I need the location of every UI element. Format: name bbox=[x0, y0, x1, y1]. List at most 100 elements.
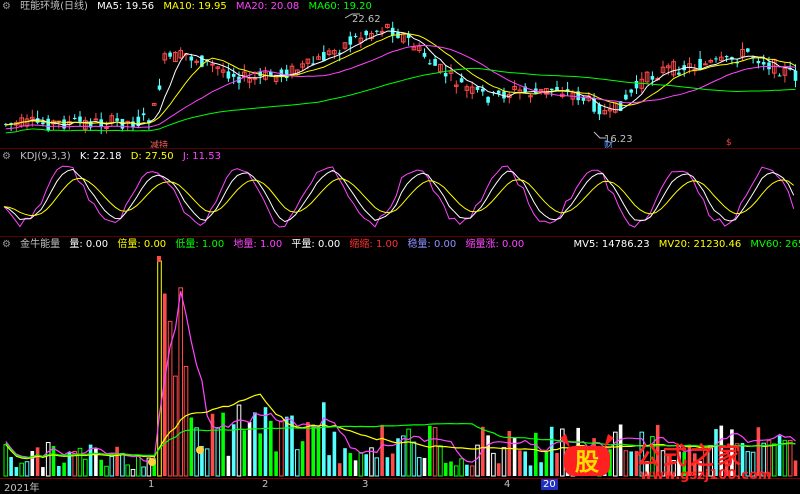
gear-icon[interactable]: ⚙ bbox=[2, 1, 11, 12]
volume-bar bbox=[45, 442, 51, 477]
volume-bar bbox=[300, 441, 305, 476]
vol-diliang2: 地量: 1.00 bbox=[233, 239, 283, 250]
volume-bar bbox=[518, 450, 522, 476]
volume-bar bbox=[416, 457, 422, 477]
volume-bar bbox=[793, 460, 798, 476]
axis-month-2: 2 bbox=[262, 479, 269, 490]
stock-title: 旺能环境(日线) bbox=[20, 1, 88, 12]
volume-bar bbox=[30, 450, 35, 476]
candle-body bbox=[433, 59, 437, 66]
candle-body bbox=[761, 62, 766, 65]
kdj-title: KDJ(9,3,3) bbox=[20, 151, 71, 162]
price-panel[interactable]: ⚙ 旺能环境(日线) MA5: 19.56 MA10: 19.95 MA20: … bbox=[0, 0, 800, 151]
vol-beiliang: 倍量: 0.00 bbox=[117, 239, 167, 250]
vol-mv20: MV20: 21230.46 bbox=[658, 239, 742, 250]
volume-bar bbox=[279, 420, 284, 477]
vol-diliang: 低量: 1.00 bbox=[175, 239, 225, 250]
candle-body bbox=[629, 89, 633, 93]
high-price-label: 22.62 bbox=[352, 14, 381, 25]
volume-bar bbox=[104, 465, 109, 477]
volume-bar bbox=[343, 448, 347, 476]
candle-body bbox=[93, 118, 99, 121]
candle-body bbox=[459, 78, 464, 83]
candle-body bbox=[549, 88, 554, 91]
ma10-label: MA10: 19.95 bbox=[163, 1, 227, 12]
vol-liang: 量: 0.00 bbox=[69, 239, 109, 250]
price-chart[interactable] bbox=[0, 0, 800, 148]
candle-body bbox=[698, 58, 702, 70]
volume-bar bbox=[623, 450, 629, 477]
kdj-panel[interactable]: ⚙ KDJ(9,3,3) K: 22.18 D: 27.50 J: 11.53 bbox=[0, 150, 800, 236]
volume-bar bbox=[327, 455, 331, 476]
volume-bar bbox=[178, 287, 183, 477]
candle-body bbox=[252, 77, 258, 80]
volume-bar bbox=[358, 452, 364, 477]
ma60-label: MA60: 19.20 bbox=[308, 1, 372, 12]
candle-body bbox=[597, 104, 602, 115]
volume-bar bbox=[787, 439, 793, 477]
volume-bar bbox=[486, 435, 490, 476]
volume-bar bbox=[311, 424, 315, 476]
volume-bar bbox=[364, 454, 368, 476]
volume-bar bbox=[9, 456, 13, 476]
gear-icon[interactable]: ⚙ bbox=[2, 239, 11, 250]
volume-bar bbox=[204, 448, 210, 477]
vol-mv5: MV5: 14786.23 bbox=[573, 239, 650, 250]
volume-bar bbox=[258, 433, 262, 476]
axis-current-date[interactable]: 20 bbox=[541, 479, 558, 490]
volume-bar bbox=[77, 447, 83, 477]
volume-bar bbox=[782, 439, 788, 477]
candle-body bbox=[650, 76, 655, 80]
volume-bar bbox=[528, 465, 533, 476]
volume-bar bbox=[253, 412, 257, 476]
candle-body bbox=[322, 52, 326, 61]
candle-body bbox=[375, 30, 379, 32]
candle-body bbox=[565, 89, 570, 91]
volume-bar bbox=[35, 447, 40, 476]
volume-bar bbox=[390, 453, 395, 476]
candle-body bbox=[793, 70, 798, 81]
volume-bar bbox=[316, 425, 321, 476]
volume-bar bbox=[94, 448, 98, 476]
vol-title: 金牛能量 bbox=[20, 239, 61, 250]
gear-icon[interactable]: ⚙ bbox=[2, 151, 11, 162]
volume-bar bbox=[438, 445, 443, 477]
svg-text:股: 股 bbox=[575, 447, 599, 476]
axis-month-3: 3 bbox=[362, 479, 369, 490]
volume-bar bbox=[306, 422, 310, 476]
candle-body bbox=[746, 48, 750, 52]
volume-bar bbox=[57, 465, 61, 476]
volume-bar bbox=[469, 465, 475, 477]
vol-suoliangzhang: 缩量涨: 0.00 bbox=[465, 239, 525, 250]
volume-bar bbox=[618, 424, 623, 476]
candle-body bbox=[231, 73, 236, 77]
candle-body bbox=[141, 113, 146, 116]
candle-body bbox=[777, 75, 782, 77]
candle-body bbox=[756, 60, 761, 64]
candle-body bbox=[502, 91, 506, 99]
watermark-text: 公式之家 bbox=[636, 441, 744, 470]
volume-bar bbox=[348, 453, 353, 476]
candle-body bbox=[41, 122, 45, 125]
candle-body bbox=[767, 62, 771, 70]
volume-bar bbox=[284, 416, 289, 476]
kdj-k-label: K: 22.18 bbox=[79, 151, 122, 162]
candle-body bbox=[703, 63, 708, 66]
volume-bar bbox=[465, 464, 469, 476]
volume-bar bbox=[226, 455, 231, 476]
candle-body bbox=[348, 36, 353, 45]
volume-bar bbox=[385, 457, 390, 476]
kdj-d-label: D: 27.50 bbox=[130, 151, 174, 162]
volume-bar bbox=[247, 422, 252, 476]
candle-body bbox=[724, 55, 729, 58]
volume-bar bbox=[41, 467, 45, 476]
candle-body bbox=[624, 94, 628, 100]
volume-bar bbox=[62, 462, 66, 476]
candle-body bbox=[210, 63, 215, 66]
volume-bar bbox=[459, 458, 464, 477]
volume-bar bbox=[539, 462, 543, 476]
volume-bar bbox=[141, 466, 146, 477]
event-marker-dollar[interactable]: $ bbox=[726, 138, 732, 148]
volume-bar bbox=[24, 461, 30, 477]
volume-bar bbox=[19, 462, 24, 477]
